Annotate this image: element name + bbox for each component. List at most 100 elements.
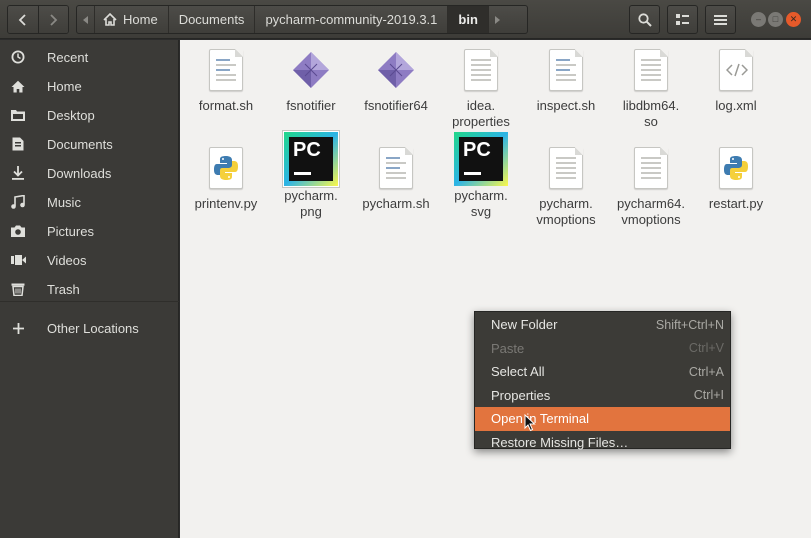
sidebar-item-label: Desktop: [47, 107, 95, 123]
sidebar-item-label: Music: [47, 194, 81, 210]
mouse-cursor-icon: [524, 414, 536, 432]
path-scroll-left-button[interactable]: [77, 6, 94, 33]
file-name: libdbm64. so: [622, 98, 680, 129]
file-name: pycharm. svg: [454, 188, 508, 219]
hamburger-icon: [714, 14, 727, 25]
document-icon: [0, 137, 36, 151]
sidebar-item-label: Trash: [47, 281, 80, 297]
text-file-icon: [623, 140, 679, 196]
menu-item-shortcut: Ctrl+I: [693, 388, 724, 403]
file-item[interactable]: restart.py: [690, 140, 782, 212]
file-view[interactable]: format.sh fsnotifier fsnotifier64 idea. …: [180, 40, 811, 538]
file-item[interactable]: pycharm. vmoptions: [520, 140, 612, 228]
menu-item-open-in-terminal[interactable]: Open in Terminal: [475, 407, 730, 431]
chevron-left-icon: [18, 13, 26, 26]
sidebar-item-music[interactable]: Music: [0, 188, 179, 216]
breadcrumb-home[interactable]: Home: [94, 6, 168, 33]
breadcrumb-label: pycharm-community-2019.3.1: [265, 12, 438, 27]
back-button[interactable]: [8, 6, 38, 33]
minimize-button[interactable]: –: [751, 12, 766, 27]
context-menu: New Folder Shift+Ctrl+N Paste Ctrl+V Sel…: [474, 311, 731, 450]
file-item[interactable]: log.xml: [690, 42, 782, 114]
home-icon: [0, 80, 36, 93]
header-bar: Home Documents pycharm-community-2019.3.…: [0, 0, 811, 39]
sidebar-item-recent[interactable]: Recent: [0, 43, 179, 71]
sidebar-item-label: Pictures: [47, 223, 94, 239]
menu-item-new-folder[interactable]: New Folder Shift+Ctrl+N: [475, 313, 730, 337]
close-icon: ✕: [789, 14, 798, 24]
file-item[interactable]: fsnotifier64: [350, 42, 442, 114]
sidebar-item-label: Documents: [47, 136, 113, 152]
minimize-icon: –: [755, 14, 761, 24]
file-item[interactable]: PC pycharm. png: [265, 130, 357, 220]
file-item[interactable]: pycharm.sh: [350, 140, 442, 212]
menu-item-shortcut: Ctrl+V: [688, 341, 724, 356]
folder-icon: [0, 109, 36, 121]
path-bar: Home Documents pycharm-community-2019.3.…: [76, 5, 528, 34]
sidebar-item-trash[interactable]: Trash: [0, 275, 179, 303]
menu-item-label: Open in Terminal: [491, 411, 590, 427]
file-name: fsnotifier64: [364, 98, 428, 113]
camera-icon: [0, 225, 36, 237]
pycharm-image-icon: PC: [453, 130, 509, 188]
python-file-icon: [708, 140, 764, 196]
forward-button[interactable]: [37, 6, 68, 33]
menu-item-restore-missing-files[interactable]: Restore Missing Files…: [475, 431, 730, 455]
sidebar-item-downloads[interactable]: Downloads: [0, 159, 179, 187]
binary-file-icon: [368, 42, 424, 98]
file-item[interactable]: PC pycharm. svg: [435, 130, 527, 220]
script-file-icon: [368, 140, 424, 196]
menu-item-label: New Folder: [491, 317, 558, 333]
text-file-icon: [453, 42, 509, 98]
menu-button[interactable]: [705, 5, 736, 34]
chevron-right-icon: [50, 13, 58, 26]
file-name: pycharm.sh: [362, 196, 430, 211]
music-icon: [0, 195, 36, 209]
menu-item-paste: Paste Ctrl+V: [475, 337, 730, 361]
breadcrumb-bin[interactable]: bin: [447, 6, 488, 33]
file-name: idea. properties: [452, 98, 510, 129]
sidebar-item-desktop[interactable]: Desktop: [0, 101, 179, 129]
breadcrumb-label: Home: [123, 12, 158, 27]
script-file-icon: [198, 42, 254, 98]
file-name: pycharm. vmoptions: [536, 196, 596, 227]
navigation-buttons: [7, 5, 69, 34]
download-icon: [0, 166, 36, 180]
text-file-icon: [538, 140, 594, 196]
file-name: log.xml: [715, 98, 757, 113]
menu-item-label: Paste: [491, 340, 525, 356]
file-name: pycharm64. vmoptions: [617, 196, 685, 227]
breadcrumb-pycharm[interactable]: pycharm-community-2019.3.1: [254, 6, 447, 33]
path-scroll-right-button[interactable]: [487, 6, 505, 33]
sidebar-divider: [0, 301, 179, 302]
search-button[interactable]: [629, 5, 660, 34]
file-name: fsnotifier: [286, 98, 336, 113]
grid-view-icon: [676, 14, 689, 25]
sidebar-item-pictures[interactable]: Pictures: [0, 217, 179, 245]
sidebar-item-documents[interactable]: Documents: [0, 130, 179, 158]
script-file-icon: [538, 42, 594, 98]
file-item[interactable]: libdbm64. so: [605, 42, 697, 130]
close-button[interactable]: ✕: [786, 12, 801, 27]
file-item[interactable]: pycharm64. vmoptions: [605, 140, 697, 228]
file-name: pycharm. png: [284, 188, 338, 219]
view-toggle-button[interactable]: [667, 5, 698, 34]
sidebar-item-videos[interactable]: Videos: [0, 246, 179, 274]
sidebar-item-home[interactable]: Home: [0, 72, 179, 100]
sidebar-item-other-locations[interactable]: Other Locations: [0, 314, 179, 342]
menu-item-properties[interactable]: Properties Ctrl+I: [475, 384, 730, 408]
file-item[interactable]: format.sh: [180, 42, 272, 114]
plus-icon: [0, 322, 36, 334]
file-item[interactable]: fsnotifier: [265, 42, 357, 114]
text-file-icon: [623, 42, 679, 98]
file-item[interactable]: idea. properties: [435, 42, 527, 130]
sidebar-item-label: Downloads: [47, 165, 112, 181]
file-name: restart.py: [708, 196, 764, 211]
xml-file-icon: [708, 42, 764, 98]
menu-item-select-all[interactable]: Select All Ctrl+A: [475, 360, 730, 384]
file-item[interactable]: inspect.sh: [520, 42, 612, 114]
breadcrumb-documents[interactable]: Documents: [167, 6, 255, 33]
file-item[interactable]: printenv.py: [180, 140, 272, 212]
sidebar-item-label: Other Locations: [47, 320, 139, 336]
maximize-button[interactable]: □: [768, 12, 783, 27]
